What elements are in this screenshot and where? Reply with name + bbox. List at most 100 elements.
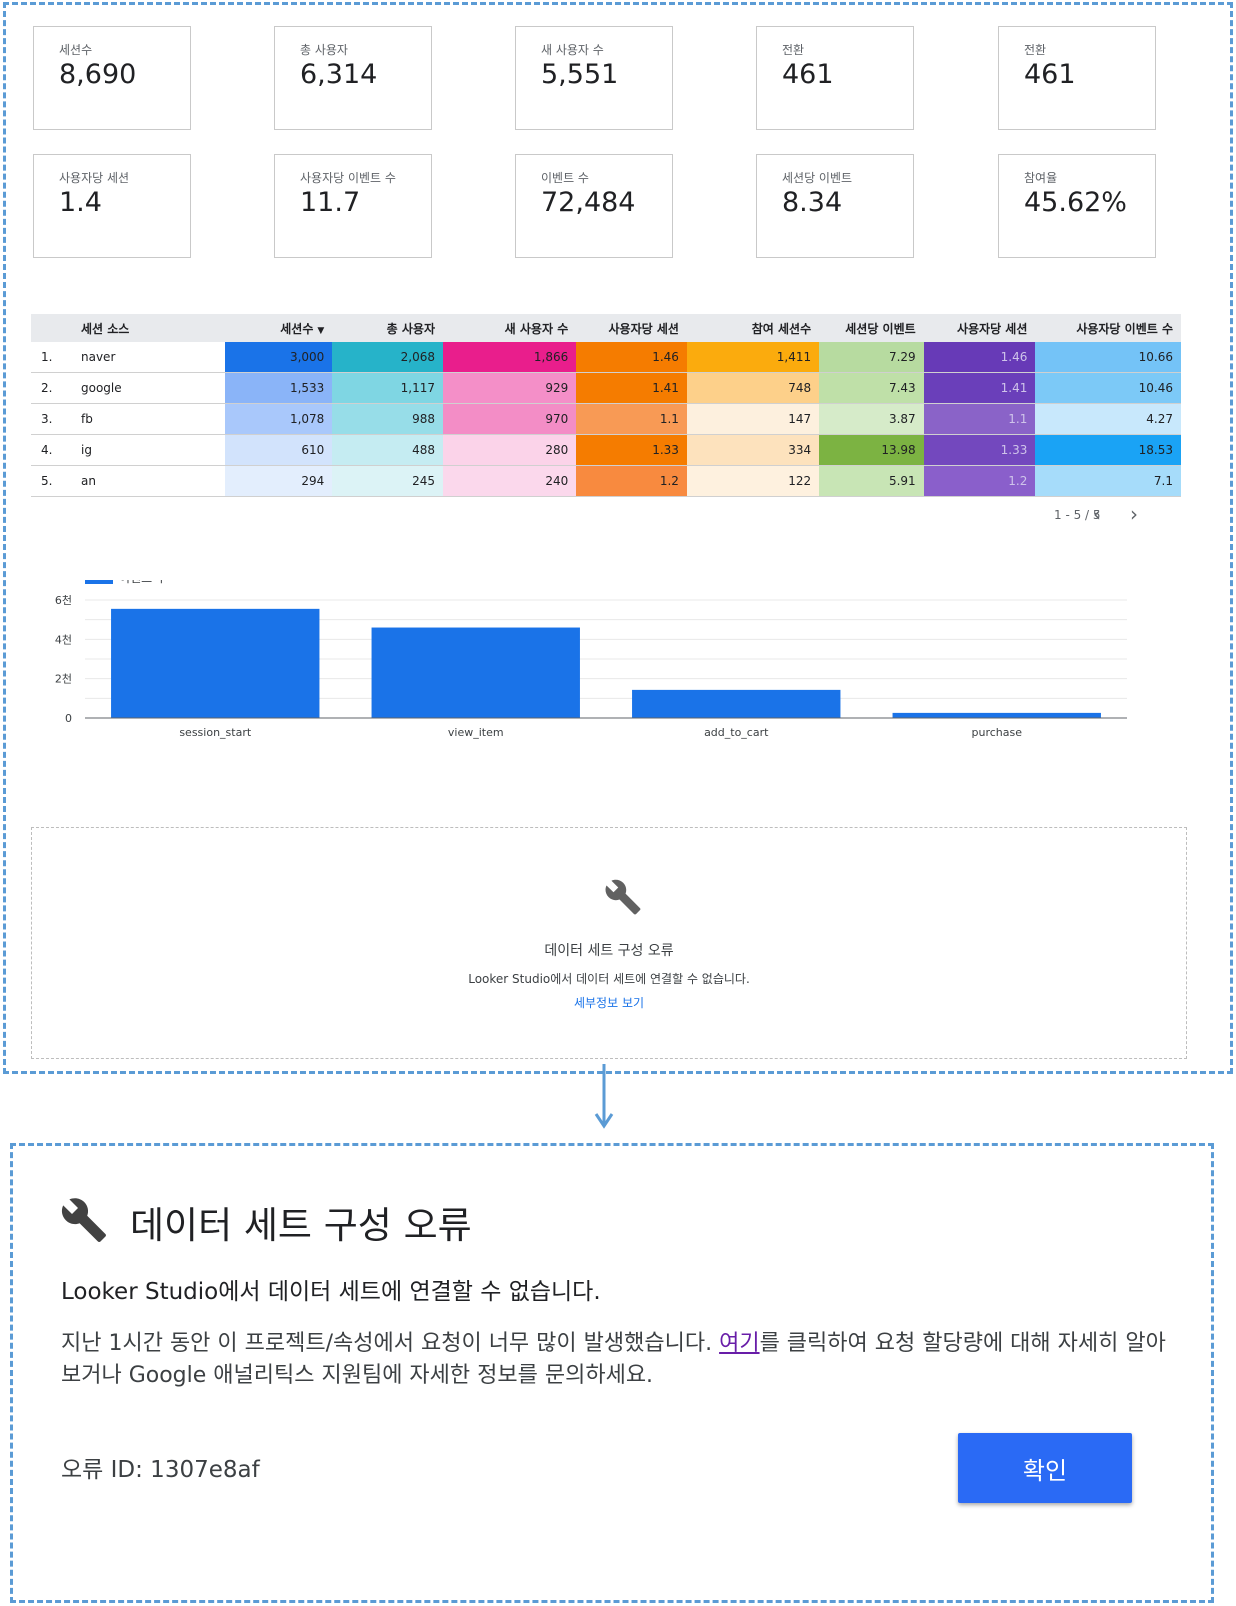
view-details-link[interactable]: 세부정보 보기 (32, 994, 1186, 1011)
scorecard: 이벤트 수 72,484 (515, 154, 673, 258)
x-tick-label: session_start (179, 726, 252, 739)
scorecard: 세션수 8,690 (33, 26, 191, 130)
table-cell: 7.43 (819, 372, 924, 404)
column-header-label: 참여 세션수 (751, 321, 812, 336)
table-cell: 147 (686, 403, 820, 435)
column-header-label: 사용자당 세션 (956, 321, 1028, 336)
table-cell: 1.41 (576, 372, 687, 404)
column-header-label: 세션당 이벤트 (845, 321, 916, 336)
bar (892, 712, 1101, 718)
ok-button[interactable]: 확인 (958, 1433, 1132, 1503)
column-header[interactable]: 총 사용자 (332, 314, 443, 342)
scorecard: 세션당 이벤트 8.34 (756, 154, 914, 258)
scorecard: 새 사용자 수 5,551 (515, 26, 673, 130)
table-cell: 1,533 (224, 372, 333, 404)
table-cell: 280 (443, 434, 577, 466)
table-cell: 7.29 (819, 342, 924, 373)
table-cell: 988 (332, 403, 443, 435)
scorecard-value: 11.7 (300, 187, 361, 218)
column-header[interactable]: 새 사용자 수 (443, 314, 577, 342)
scorecard-value: 8,690 (59, 59, 137, 90)
scorecard-label: 참여율 (1024, 171, 1058, 185)
table-cell: 1.33 (923, 434, 1036, 466)
table-row[interactable]: 1. naver 3,000 2,068 1,866 1.46 1,411 7.29 1.46 1… (31, 342, 1181, 373)
table-cell: 970 (443, 403, 577, 435)
table-cell: 4.27 (1035, 403, 1181, 435)
scorecard-label: 새 사용자 수 (541, 43, 604, 57)
table-row[interactable]: 4. ig 610 488 280 1.33 334 13.98 1.33 18.53 (31, 434, 1181, 466)
column-header[interactable]: 사용자당 세션 (923, 314, 1036, 342)
scorecard-label: 전환 (782, 43, 805, 57)
column-header-label: 세션 소스 (81, 321, 130, 336)
dialog-title: 데이터 세트 구성 오류 (130, 1204, 472, 1247)
y-tick-label: 2천 (55, 672, 72, 686)
table-row[interactable]: 3. fb 1,078 988 970 1.1 147 3.87 1.1 4.27 (31, 403, 1181, 435)
table-cell: 929 (443, 372, 577, 404)
column-header[interactable]: 세션수 ▼ (224, 314, 333, 342)
dialog-body: 지난 1시간 동안 이 프로젝트/속성에서 요청이 너무 많이 발생했습니다. … (61, 1328, 1171, 1392)
table-cell: 10.66 (1035, 342, 1181, 373)
sort-desc-icon[interactable]: ▼ (317, 326, 324, 336)
x-tick-label: add_to_cart (704, 726, 769, 739)
scorecard: 전환 461 (756, 26, 914, 130)
bar (371, 627, 580, 718)
table-cell: 240 (443, 465, 577, 497)
table-cell: 13.98 (819, 434, 924, 466)
source-name: fb (81, 412, 93, 426)
table-cell: 1.1 (923, 403, 1036, 435)
scorecard-value: 461 (1024, 59, 1076, 90)
scorecard-label: 사용자당 이벤트 수 (300, 171, 396, 185)
row-number: 2. (41, 381, 53, 395)
error-panel-title: 데이터 세트 구성 오류 (544, 943, 674, 959)
column-header[interactable]: 참여 세션수 (686, 314, 820, 342)
table-cell: 294 (224, 465, 333, 497)
table-cell: 2,068 (332, 342, 443, 373)
error-id: 오류 ID: 1307e8af (61, 1457, 260, 1483)
table-row[interactable]: 5. an 294 245 240 1.2 122 5.91 1.2 7.1 (31, 465, 1181, 497)
table-cell: 1.2 (576, 465, 687, 497)
events-bar-chart: 이벤트 수 0 2천 4천 6천 session_start view_item add_to… (55, 580, 1127, 739)
table-cell: 610 (224, 434, 333, 466)
source-cell: 4. ig (31, 434, 225, 466)
table-cell: 3,000 (224, 342, 333, 373)
scorecard-value: 6,314 (300, 59, 378, 90)
column-header[interactable]: 사용자당 이벤트 수 (1035, 314, 1181, 342)
source-cell: 3. fb (31, 403, 225, 435)
table-cell: 1.33 (576, 434, 687, 466)
session-source-table: 세션 소스 세션수 ▼ 총 사용자 새 사용자 수 사용자당 세션 참여 세션수 세션당 이벤… (31, 314, 1181, 497)
quota-help-link[interactable]: 여기 (719, 1331, 759, 1356)
chevron-left-icon[interactable]: ‹ (1093, 502, 1101, 526)
chevron-right-icon[interactable]: › (1130, 502, 1138, 526)
y-tick-label: 4천 (55, 632, 72, 646)
table-cell: 18.53 (1035, 434, 1181, 466)
source-cell: 1. naver (31, 342, 225, 373)
column-header-label: 총 사용자 (386, 321, 435, 336)
table-cell: 1.2 (923, 465, 1036, 497)
scorecard-value: 461 (782, 59, 834, 90)
column-header[interactable]: 세션 소스 (31, 314, 225, 342)
scorecard-label: 이벤트 수 (541, 171, 589, 185)
column-header-label: 사용자당 세션 (608, 321, 679, 336)
table-cell: 1,078 (224, 403, 333, 435)
wrench-icon (61, 1198, 106, 1242)
bar (632, 689, 841, 718)
table-cell: 1.1 (576, 403, 687, 435)
column-header[interactable]: 사용자당 세션 (576, 314, 687, 342)
table-cell: 1,117 (332, 372, 443, 404)
table-cell: 334 (686, 434, 820, 466)
row-number: 5. (41, 474, 53, 488)
table-cell: 1.46 (923, 342, 1036, 373)
bar (111, 608, 320, 718)
scorecard-value: 5,551 (541, 59, 619, 90)
y-tick-label: 0 (65, 712, 72, 725)
table-cell: 488 (332, 434, 443, 466)
scorecard-label: 전환 (1024, 43, 1047, 57)
scorecard-value: 1.4 (59, 187, 102, 218)
y-tick-label: 6천 (55, 593, 72, 607)
table-cell: 10.46 (1035, 372, 1181, 404)
table-cell: 122 (686, 465, 820, 497)
column-header[interactable]: 세션당 이벤트 (819, 314, 924, 342)
table-row[interactable]: 2. google 1,533 1,117 929 1.41 748 7.43 1.41 10.4… (31, 372, 1181, 404)
scorecard-value: 8.34 (782, 187, 843, 218)
dialog-body-text: 지난 1시간 동안 이 프로젝트/속성에서 요청이 너무 많이 발생했습니다. (61, 1331, 720, 1356)
